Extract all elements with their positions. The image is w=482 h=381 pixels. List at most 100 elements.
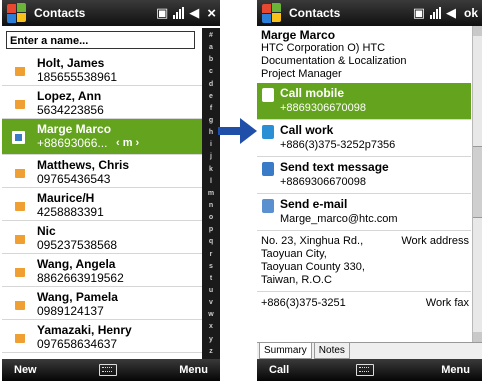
email-icon bbox=[262, 199, 274, 213]
menu-button[interactable]: Menu bbox=[441, 364, 470, 376]
contact-card-icon bbox=[13, 232, 25, 244]
action-title: Send e-mail bbox=[280, 197, 348, 211]
alphabet-letter[interactable]: h bbox=[209, 129, 213, 137]
alphabet-letter[interactable]: s bbox=[209, 263, 213, 271]
tab-summary[interactable]: Summary bbox=[259, 343, 312, 359]
job-title: Project Manager bbox=[261, 68, 342, 80]
address-row[interactable]: No. 23, Xinghua Rd., Taoyuan City, Taoyuan… bbox=[257, 231, 471, 292]
alphabet-letter[interactable]: l bbox=[210, 178, 212, 186]
keyboard-icon[interactable] bbox=[356, 364, 375, 376]
alphabet-letter[interactable]: d bbox=[209, 81, 213, 89]
alphabet-letter[interactable]: j bbox=[210, 153, 212, 161]
connectivity-icon: ▣ bbox=[155, 5, 169, 20]
alphabet-letter[interactable]: o bbox=[209, 214, 213, 222]
fax-value: +886(3)375-3251 bbox=[261, 297, 346, 309]
volume-icon[interactable]: ◀ bbox=[189, 5, 199, 21]
contact-row[interactable]: Yamazaki, Henry 097658634637 bbox=[2, 320, 202, 353]
alphabet-letter[interactable]: a bbox=[209, 44, 213, 52]
address-line: Taoyuan City, bbox=[261, 248, 327, 260]
action-row[interactable]: Call work +886(3)375-3252p7356 bbox=[257, 120, 471, 157]
contact-card-icon bbox=[13, 265, 25, 277]
alphabet-letter[interactable]: i bbox=[210, 141, 212, 149]
contact-detail-screen: Contacts ▣ ◀ ok Marge Marco HTC Corporat… bbox=[257, 0, 482, 381]
connectivity-icon: ▣ bbox=[412, 5, 425, 20]
action-row[interactable]: Send text message +8869306670098 bbox=[257, 157, 471, 194]
signal-icon bbox=[173, 7, 185, 19]
ok-button[interactable]: ok bbox=[464, 6, 478, 20]
alphabet-index[interactable]: # a b c d e f g h i j k l m n o p q r s t u v w x y z bbox=[202, 28, 220, 360]
alphabet-letter[interactable]: m bbox=[208, 190, 214, 198]
alphabet-letter[interactable]: t bbox=[210, 275, 212, 283]
contact-row[interactable]: Wang, Angela 8862663919562 bbox=[2, 254, 202, 287]
action-value: +8869306670098 bbox=[280, 176, 366, 188]
contact-phone: 5634223856 bbox=[37, 103, 104, 117]
close-button[interactable]: × bbox=[207, 5, 216, 22]
title-bar: Contacts ▣ ◀ × bbox=[2, 0, 220, 26]
menu-button[interactable]: Menu bbox=[179, 364, 208, 376]
alphabet-letter[interactable]: k bbox=[209, 166, 213, 174]
contact-row[interactable]: Holt, James 185655538961 bbox=[2, 53, 202, 86]
text-message-icon bbox=[262, 162, 274, 176]
alphabet-letter[interactable]: y bbox=[209, 336, 213, 344]
department: Documentation & Localization bbox=[261, 55, 407, 67]
contact-row[interactable]: Wang, Pamela 0989124137 bbox=[2, 287, 202, 320]
action-value: +8869306670098 bbox=[280, 102, 366, 114]
start-icon[interactable] bbox=[261, 2, 283, 24]
alphabet-letter[interactable]: w bbox=[208, 311, 213, 319]
scroll-up-icon[interactable] bbox=[473, 26, 482, 36]
fax-label: Work fax bbox=[425, 297, 469, 309]
keyboard-icon[interactable] bbox=[98, 364, 117, 376]
alphabet-letter[interactable]: u bbox=[209, 287, 213, 295]
contact-row[interactable]: Lopez, Ann 5634223856 bbox=[2, 86, 202, 119]
contact-card-icon bbox=[13, 97, 25, 109]
action-row[interactable]: Send e-mail Marge_marco@htc.com bbox=[257, 194, 471, 231]
contact-list[interactable]: Holt, James 185655538961 Lopez, Ann 5634223… bbox=[2, 53, 202, 353]
contact-phone: 8862663919562 bbox=[37, 271, 124, 285]
work-phone-icon bbox=[262, 125, 274, 139]
tab-notes[interactable]: Notes bbox=[313, 343, 350, 359]
soft-key-bar: New Menu bbox=[2, 359, 220, 381]
start-icon[interactable] bbox=[6, 2, 28, 24]
alphabet-letter[interactable]: x bbox=[209, 323, 213, 331]
action-list[interactable]: Call mobile +8869306670098 Call work +886(3… bbox=[257, 83, 471, 231]
volume-icon[interactable]: ◀ bbox=[446, 5, 456, 21]
arrow-icon bbox=[218, 118, 257, 144]
alphabet-letter[interactable]: e bbox=[209, 93, 213, 101]
contact-row[interactable]: Matthews, Chris 09765436543 bbox=[2, 155, 202, 188]
contact-name: Nic bbox=[37, 224, 56, 238]
alphabet-letter[interactable]: z bbox=[209, 348, 213, 356]
contact-phone: 185655538961 bbox=[37, 70, 118, 84]
scroll-down-icon[interactable] bbox=[473, 332, 482, 342]
contact-row[interactable]: Marge Marco +88693066... ‹ m › bbox=[2, 119, 202, 155]
alphabet-letter[interactable]: p bbox=[209, 226, 213, 234]
alphabet-letter[interactable]: n bbox=[209, 202, 213, 210]
alphabet-letter[interactable]: g bbox=[209, 117, 213, 125]
call-button[interactable]: Call bbox=[269, 364, 289, 376]
alphabet-letter[interactable]: c bbox=[209, 68, 213, 76]
alphabet-letter[interactable]: # bbox=[209, 32, 213, 40]
alphabet-letter[interactable]: v bbox=[209, 299, 213, 307]
contact-name: Wang, Pamela bbox=[37, 290, 118, 304]
address-label: Work address bbox=[401, 235, 469, 247]
contact-row[interactable]: Nic 095237538568 bbox=[2, 221, 202, 254]
contact-name: Maurice/H bbox=[37, 191, 95, 205]
scrollbar[interactable] bbox=[472, 26, 482, 342]
action-row[interactable]: Call mobile +8869306670098 bbox=[257, 83, 471, 120]
new-button[interactable]: New bbox=[14, 364, 37, 376]
alphabet-letter[interactable]: f bbox=[210, 105, 212, 113]
phone-type-selector[interactable]: ‹ m › bbox=[116, 137, 139, 149]
phone-icon bbox=[262, 88, 274, 102]
contact-row[interactable]: Maurice/H 4258883391 bbox=[2, 188, 202, 221]
company: HTC Corporation O) HTC bbox=[261, 42, 386, 54]
alphabet-letter[interactable]: r bbox=[210, 251, 213, 259]
contacts-list-screen: Contacts ▣ ◀ × Enter a name... # a b c d e f g h… bbox=[2, 0, 220, 381]
fax-row[interactable]: +886(3)375-3251 Work fax bbox=[257, 292, 471, 312]
contact-card-icon bbox=[13, 298, 25, 310]
alphabet-letter[interactable]: b bbox=[209, 56, 213, 64]
search-input[interactable]: Enter a name... bbox=[6, 31, 195, 49]
contact-name: Lopez, Ann bbox=[37, 89, 102, 103]
contact-phone: +88693066... bbox=[37, 136, 108, 150]
contact-phone: 097658634637 bbox=[37, 337, 118, 351]
scroll-thumb[interactable] bbox=[473, 146, 482, 218]
alphabet-letter[interactable]: q bbox=[209, 238, 213, 246]
